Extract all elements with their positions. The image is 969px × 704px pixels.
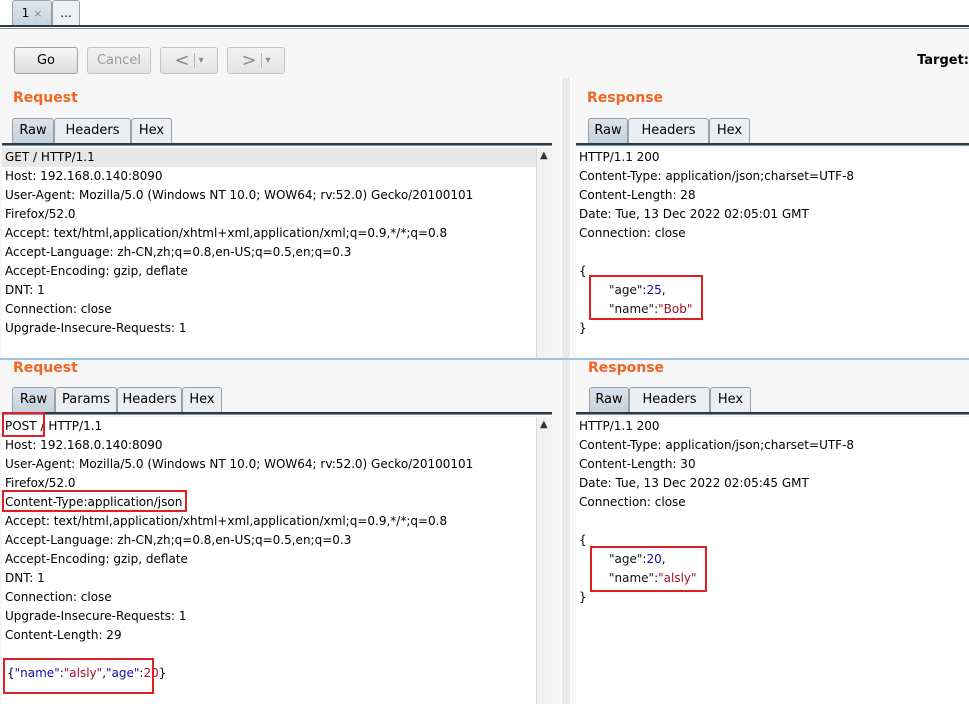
tab-1-label: 1 [21, 6, 30, 20]
response-line: Content-Length: 28 [579, 188, 696, 202]
scroll-up-icon[interactable]: ▲ [540, 419, 548, 430]
tab-raw[interactable]: Raw [589, 387, 629, 413]
response-title: Response [588, 360, 665, 376]
response-line: Connection: close [579, 495, 686, 509]
request-line: Upgrade-Insecure-Requests: 1 [5, 609, 187, 623]
back-arrow-icon: < [174, 50, 190, 71]
bottom-response-pane: Response Raw Headers Hex HTTP/1.1 200 Co… [572, 360, 969, 704]
response-title: Response [587, 90, 664, 106]
tab-headers[interactable]: Headers [628, 118, 709, 144]
top-response-pane: Response Raw Headers Hex HTTP/1.1 200 Co… [572, 78, 969, 358]
separator [193, 53, 195, 68]
tab-params[interactable]: Params [55, 387, 117, 413]
new-tab[interactable]: ... [52, 0, 80, 25]
tab-raw[interactable]: Raw [12, 118, 54, 144]
request-line: Accept-Encoding: gzip, deflate [5, 264, 188, 278]
request-scrollbar[interactable]: ▲ [536, 417, 552, 704]
request-line: DNT: 1 [5, 283, 45, 297]
new-tab-label: ... [60, 6, 72, 20]
response-line: Content-Type: application/json;charset=U… [579, 169, 855, 183]
tab-underline [576, 143, 969, 146]
request-line: POST / HTTP/1.1 [2, 417, 552, 436]
forward-dropdown-icon[interactable]: ▾ [266, 55, 271, 66]
request-title: Request [13, 360, 78, 376]
tab-1[interactable]: 1 × [12, 0, 52, 25]
tab-hex[interactable]: Hex [710, 387, 751, 413]
tab-underline [2, 412, 552, 415]
forward-arrow-icon: > [241, 50, 257, 71]
tab-underline [576, 412, 969, 415]
request-line: Accept-Language: zh-CN,zh;q=0.8,en-US;q=… [5, 245, 352, 259]
highlight-box-body [3, 658, 154, 694]
toolbar: Go Cancel < ▾ > ▾ Target: [0, 30, 969, 78]
back-button[interactable]: < ▾ [160, 47, 218, 74]
tab-hex[interactable]: Hex [131, 118, 172, 144]
close-tab-icon[interactable]: × [33, 7, 42, 20]
request-editor[interactable]: GET / HTTP/1.1 Host: 192.168.0.140:8090 … [2, 148, 552, 358]
back-dropdown-icon[interactable]: ▾ [199, 55, 204, 66]
response-line: Connection: close [579, 226, 686, 240]
cancel-button[interactable]: Cancel [87, 47, 151, 74]
tab-strip-line [0, 25, 969, 27]
request-line: DNT: 1 [5, 571, 45, 585]
request-line: Content-Length: 29 [5, 628, 122, 642]
cancel-label: Cancel [96, 53, 142, 68]
tab-hex[interactable]: Hex [182, 387, 222, 413]
tab-raw[interactable]: Raw [588, 118, 628, 144]
forward-button[interactable]: > ▾ [227, 47, 285, 74]
tab-headers[interactable]: Headers [629, 387, 710, 413]
request-line: Accept-Encoding: gzip, deflate [5, 552, 188, 566]
response-line: Date: Tue, 13 Dec 2022 02:05:01 GMT [579, 207, 809, 221]
target-label: Target: [917, 53, 969, 68]
tab-raw[interactable]: Raw [12, 387, 55, 413]
separator [260, 53, 262, 68]
request-line: Firefox/52.0 [5, 207, 76, 221]
vertical-splitter[interactable] [562, 78, 570, 358]
response-line: Date: Tue, 13 Dec 2022 02:05:45 GMT [579, 476, 809, 490]
highlight-box-content-type [2, 490, 187, 512]
json-close: } [158, 666, 167, 680]
request-scrollbar[interactable]: ▲ [536, 148, 552, 358]
request-line: Accept: text/html,application/xhtml+xml,… [5, 226, 448, 240]
request-line: Upgrade-Insecure-Requests: 1 [5, 321, 187, 335]
tab-strip-line-secondary [0, 28, 969, 29]
request-line: Connection: close [5, 590, 112, 604]
request-line: Accept: text/html,application/xhtml+xml,… [5, 514, 448, 528]
go-button[interactable]: Go [14, 47, 78, 74]
request-line: Host: 192.168.0.140:8090 [5, 169, 163, 183]
tab-underline [2, 143, 552, 146]
json-close: } [579, 321, 587, 335]
highlight-box [589, 275, 703, 320]
response-line: Content-Type: application/json;charset=U… [579, 438, 855, 452]
request-title: Request [13, 90, 78, 106]
go-label: Go [36, 53, 56, 68]
request-line: User-Agent: Mozilla/5.0 (Windows NT 10.0… [5, 188, 474, 202]
tab-headers[interactable]: Headers [54, 118, 131, 144]
request-line: Host: 192.168.0.140:8090 [5, 438, 163, 452]
request-path: / HTTP/1.1 [36, 419, 103, 433]
scroll-up-icon[interactable]: ▲ [540, 150, 548, 161]
response-line: HTTP/1.1 200 [579, 150, 660, 164]
highlight-box-method [2, 412, 45, 437]
vertical-splitter[interactable] [562, 360, 570, 704]
bottom-request-pane: Request Raw Params Headers Hex POST / HT… [0, 360, 561, 704]
request-line: User-Agent: Mozilla/5.0 (Windows NT 10.0… [5, 457, 474, 471]
response-line: HTTP/1.1 200 [579, 419, 660, 433]
tab-headers[interactable]: Headers [117, 387, 182, 413]
request-line: GET / HTTP/1.1 [2, 148, 552, 167]
response-editor[interactable]: HTTP/1.1 200 Content-Type: application/j… [576, 148, 969, 358]
repeater-tab-strip: 1 × ... [0, 0, 969, 30]
request-line: Connection: close [5, 302, 112, 316]
response-line: Content-Length: 30 [579, 457, 696, 471]
highlight-box [590, 546, 707, 592]
request-line: Accept-Language: zh-CN,zh;q=0.8,en-US;q=… [5, 533, 352, 547]
tab-hex[interactable]: Hex [709, 118, 750, 144]
top-request-pane: Request Raw Headers Hex GET / HTTP/1.1 H… [0, 78, 561, 358]
